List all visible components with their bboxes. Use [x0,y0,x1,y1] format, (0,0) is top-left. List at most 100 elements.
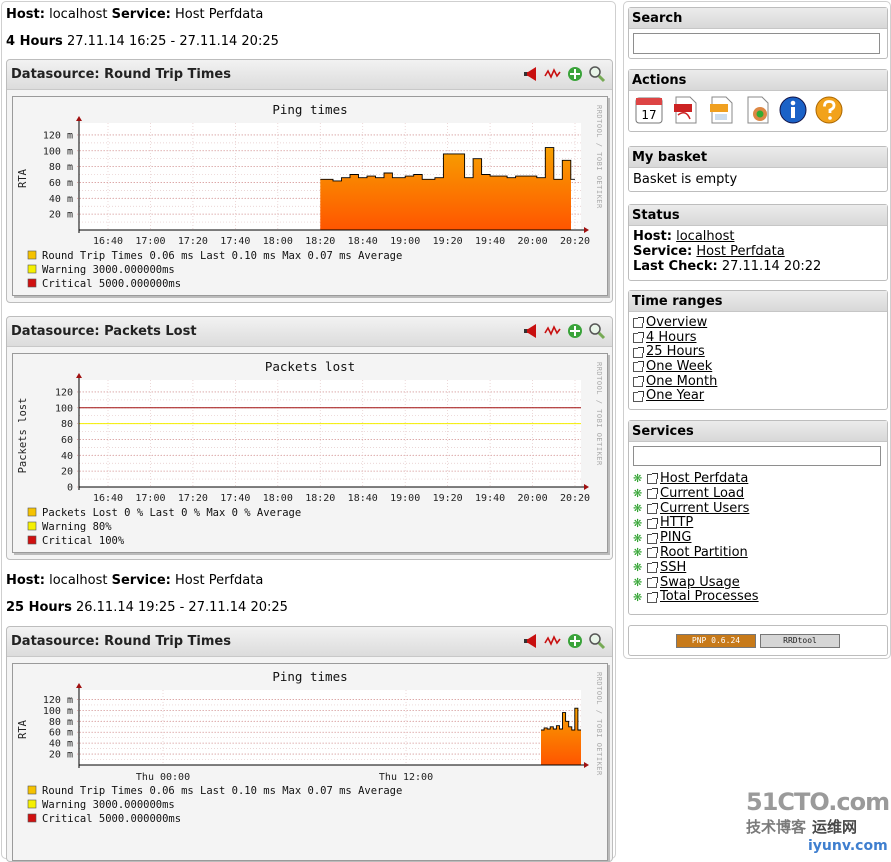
x-tick-label: 19:40 [475,493,505,504]
x-tick-label: 18:00 [263,493,293,504]
pnp-badge[interactable]: PNP 0.6.24 [676,634,756,648]
zoom-icon[interactable] [588,65,606,83]
x-tick-label: Thu 00:00 [136,772,190,783]
host-service-line: Host: localhost Service: Host Perfdata [6,7,264,22]
legend-text: Warning 3000.000000ms [42,264,175,276]
time-range-4-hours[interactable]: 4 Hours [633,330,883,346]
external-link-icon [647,488,658,500]
gear-icon: ❋ [633,561,643,575]
host-service-line: Host: localhost Service: Host Perfdata [6,573,264,588]
graph-zoom-icon[interactable] [544,632,562,650]
basket-add-icon[interactable] [741,94,772,125]
add-to-basket-icon[interactable] [566,322,584,340]
service-item[interactable]: ❋ HTTP [633,516,883,531]
calendar-icon[interactable]: 17 [633,94,664,125]
service-item[interactable]: ❋ Root Partition [633,545,883,561]
megaphone-icon[interactable] [522,65,540,83]
y-tick-label: 20 [61,467,73,478]
legend-swatch [27,785,37,795]
status-service-link[interactable]: Host Perfdata [696,244,784,259]
rrd-graph[interactable]: 0 20 40 60 80 100 120 16:40 17:00 17:20 17:40 18:00… [12,353,608,553]
external-link-icon [647,591,658,603]
zoom-icon[interactable] [588,632,606,650]
x-tick-label: 17:00 [135,493,165,504]
pdf-icon[interactable] [669,94,700,125]
service-item[interactable]: ❋ Current Load [633,486,883,502]
graph-title: Ping times [272,669,347,684]
external-link-icon [633,390,644,402]
status-last-check: Last Check: 27.11.14 20:22 [633,259,822,274]
search-title: Search [629,8,887,29]
legend-swatch [27,250,37,260]
status-host: Host: localhost [633,229,735,244]
add-to-basket-icon[interactable] [566,65,584,83]
x-tick-label: 19:00 [390,236,420,247]
service-item[interactable]: ❋ Total Processes [633,590,883,605]
x-axis-arrow [584,227,589,233]
legend-swatch [27,813,37,823]
y-tick-label: 80 m [49,162,73,173]
y-tick-label: 100 [55,403,73,414]
service-item[interactable]: ❋ Host Perfdata [633,471,883,487]
y-tick-label: 0 [67,483,73,494]
xml-icon[interactable] [705,94,736,125]
services-title: Services [629,421,887,442]
watermark-line3: 运维网 [812,818,858,836]
service-item[interactable]: ❋ Current Users [633,501,883,517]
status-service: Service: Host Perfdata [633,244,785,259]
service-item[interactable]: ❋ Swap Usage [633,575,883,591]
legend-text: Warning 80% [42,521,112,533]
megaphone-icon[interactable] [522,632,540,650]
time-range-overview[interactable]: Overview [633,315,883,331]
services-filter-input[interactable] [633,446,881,466]
rrd-graph[interactable]: 20 m 40 m 60 m 80 m 100 m 120 m 16:40 17:00 17:2… [12,96,608,296]
service-item[interactable]: ❋ SSH [633,560,883,576]
datasource-header: Datasource: Round Trip Times [7,627,612,657]
x-tick-label: 20:20 [560,236,590,247]
add-to-basket-icon[interactable] [566,632,584,650]
time-range-one-month[interactable]: One Month [633,374,883,390]
rrd-graph[interactable]: 20 m 40 m 60 m 80 m 100 m 120 m Thu 00:00 Thu 1… [12,663,608,861]
y-tick-label: 120 [55,387,73,398]
megaphone-icon[interactable] [522,322,540,340]
y-tick-label: 120 m [43,695,73,706]
graph-panel: Host: localhost Service: Host Perfdata 4… [1,1,616,862]
x-tick-label: Thu 12:00 [379,772,433,783]
time-range-25-hours[interactable]: 25 Hours [633,345,883,360]
legend-text: Critical 5000.000000ms [42,813,181,825]
x-tick-label: 17:40 [220,493,250,504]
status-host-link[interactable]: localhost [676,229,734,244]
status-box: Status Host: localhost Service: Host Per… [628,204,888,281]
time-ranges-box: Time ranges Overview 4 Hours 25 Hours On… [628,290,888,410]
info-icon[interactable] [777,94,808,125]
graph-zoom-icon[interactable] [544,322,562,340]
external-link-icon [647,532,658,544]
x-tick-label: 19:20 [433,493,463,504]
time-range-line: 25 Hours 26.11.14 19:25 - 27.11.14 20:25 [6,600,288,615]
x-tick-label: 17:00 [135,236,165,247]
zoom-icon[interactable] [588,322,606,340]
time-range-one-year[interactable]: One Year [633,389,883,404]
external-link-icon [647,547,658,559]
x-tick-label: 20:00 [517,493,547,504]
help-icon[interactable] [813,94,844,125]
graph-zoom-icon[interactable] [544,65,562,83]
time-range-one-week[interactable]: One Week [633,359,883,375]
service-item[interactable]: ❋ PING [633,530,883,546]
actions-title: Actions [629,70,887,91]
datasource-box: Datasource: Packets Lost 0 20 40 60 80 100 120… [6,316,613,560]
y-axis-arrow [76,373,82,378]
rrdtool-badge[interactable]: RRDtool [760,634,840,648]
rrdtool-credit: RRDTOOL / TOBI OETIKER [595,672,603,776]
y-tick-label: 60 m [49,728,73,739]
external-link-icon [633,361,644,373]
sidebar: Search Actions 17 My basket Basket is em… [623,1,891,659]
datasource-title: Datasource: Packets Lost [11,324,197,339]
basket-text: Basket is empty [633,172,738,187]
y-tick-label: 80 m [49,717,73,728]
y-tick-label: 60 [61,435,73,446]
watermark-line4: iyunv.com [808,838,888,854]
external-link-icon [647,502,658,514]
legend-text: Critical 5000.000000ms [42,278,181,290]
search-input[interactable] [633,33,880,54]
